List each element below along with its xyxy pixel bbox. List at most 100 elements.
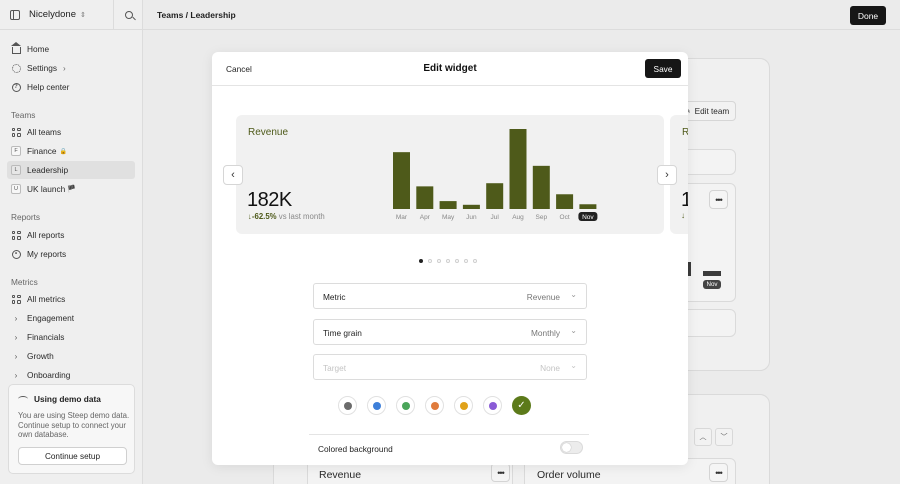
sidebar-item-uk-launch[interactable]: U UK launch 🏴 (7, 180, 135, 198)
x-tick-label: Nov (582, 214, 594, 221)
sidebar-toggle-icon[interactable] (10, 9, 20, 20)
sidebar-item-financials[interactable]: › Financials (7, 328, 135, 346)
color-swatch[interactable] (483, 396, 502, 415)
color-swatch[interactable] (396, 396, 415, 415)
workspace-name[interactable]: Nicelydone (29, 9, 76, 20)
sidebar-item-help-center[interactable]: ? Help center (7, 78, 135, 96)
color-swatch[interactable] (338, 396, 357, 415)
chart-bar (509, 129, 527, 209)
sidebar-item-leadership[interactable]: L Leadership (7, 161, 135, 179)
order-volume-widget-title: Order volume (537, 469, 601, 481)
sidebar-item-home[interactable]: Home (7, 40, 135, 58)
carousel-dot[interactable] (446, 259, 450, 263)
chart-bar (416, 186, 434, 209)
sidebar-item-label: All teams (27, 127, 62, 137)
team-badge: L (11, 165, 21, 175)
sidebar-item-label: All reports (27, 230, 65, 240)
x-tick-label: Mar (396, 214, 408, 221)
sidebar-item-label: All metrics (27, 294, 66, 304)
sidebar-item-label: Growth (27, 351, 54, 361)
colored-background-label: Colored background (318, 444, 393, 454)
next-button[interactable]: › (657, 165, 677, 185)
sidebar-item-all-teams[interactable]: All teams (7, 123, 135, 141)
demo-title-row: Using demo data (18, 394, 101, 404)
sidebar-item-onboarding[interactable]: › Onboarding (7, 366, 135, 384)
sidebar-item-label: Engagement (27, 313, 75, 323)
continue-setup-button[interactable]: Continue setup (18, 447, 127, 465)
sidebar: Nicelydone ⇕ Home Settings › ? Help cent… (0, 0, 143, 484)
sidebar-item-label: My reports (27, 249, 67, 259)
target-select[interactable]: Target None ⌄ (313, 354, 587, 380)
sidebar-item-label: Help center (27, 82, 70, 92)
x-tick-label: Jul (491, 214, 500, 221)
sidebar-item-growth[interactable]: › Growth (7, 347, 135, 365)
carousel-dot[interactable] (437, 259, 441, 263)
lock-icon: 🔒 (59, 148, 68, 155)
x-tick-label: Apr (420, 214, 431, 221)
carousel-dot[interactable] (473, 259, 477, 263)
save-button[interactable]: Save (645, 59, 681, 78)
dialog-title: Edit widget (423, 63, 477, 74)
colored-background-toggle[interactable] (560, 441, 583, 454)
previous-button[interactable]: ‹ (223, 165, 243, 185)
chart-bar (462, 204, 480, 209)
sidebar-item-all-reports[interactable]: All reports (7, 226, 135, 244)
widget-preview: Revenue 182K ↓-62.5% vs last month Mar Ap… (236, 115, 664, 234)
sidebar-item-label: Onboarding (27, 370, 71, 380)
sidebar-item-settings[interactable]: Settings › (7, 59, 135, 77)
workspace-switch-icon[interactable]: ⇕ (80, 11, 86, 19)
edit-team-label: Edit team (694, 106, 730, 116)
section-label-teams: Teams (11, 110, 36, 120)
section-label-metrics: Metrics (11, 277, 38, 287)
gear-icon (11, 63, 21, 73)
chart-bar (393, 152, 410, 209)
chevron-right-icon: › (14, 313, 18, 323)
colored-background-row: Colored background (309, 434, 589, 460)
chevron-right-icon: › (14, 351, 18, 361)
x-tick-label: Aug (512, 214, 524, 221)
sidebar-item-all-metrics[interactable]: All metrics (7, 290, 135, 308)
carousel-dot[interactable] (419, 259, 423, 263)
peek-title: R (682, 127, 688, 138)
chevron-right-icon: › (62, 63, 66, 73)
demo-data-card: Using demo data You are using Steep demo… (8, 384, 135, 474)
team-badge: F (11, 146, 21, 156)
carousel-dot[interactable] (464, 259, 468, 263)
x-tick-label: Oct (560, 214, 570, 221)
sidebar-item-label: Settings (27, 63, 57, 73)
x-tick-label: Jun (466, 214, 477, 221)
chevron-right-icon: › (14, 332, 18, 342)
color-swatch[interactable] (454, 396, 473, 415)
edit-widget-dialog: Cancel Edit widget Save Revenue 182K ↓-6… (212, 52, 688, 465)
sidebar-item-finance[interactable]: F Finance 🔒 (7, 142, 135, 160)
sidebar-item-engagement[interactable]: › Engagement (7, 309, 135, 327)
more-options-button[interactable]: ••• (491, 463, 510, 482)
search-button[interactable] (113, 0, 143, 30)
x-tick-label: May (442, 214, 455, 221)
workspace-header: Nicelydone ⇕ (0, 0, 142, 30)
carousel-dot[interactable] (455, 259, 459, 263)
top-bar: Teams / Leadership Done (143, 0, 900, 30)
peek-value: 1 (681, 189, 688, 211)
chevron-up-icon[interactable]: ︿ (694, 428, 712, 446)
time-grain-select[interactable]: Time grain Monthly ⌄ (313, 319, 587, 345)
check-icon: ✓ (517, 400, 526, 411)
more-options-button[interactable]: ••• (709, 190, 728, 209)
color-swatch[interactable] (425, 396, 444, 415)
chevron-right-icon: › (14, 370, 18, 380)
carousel-dot[interactable] (428, 259, 432, 263)
sidebar-item-my-reports[interactable]: • My reports (7, 245, 135, 263)
chevron-down-icon[interactable]: ﹀ (715, 428, 733, 446)
field-label: Time grain (323, 328, 362, 338)
sidebar-item-label: Leadership (27, 165, 69, 175)
color-swatch[interactable] (367, 396, 386, 415)
metric-select[interactable]: Metric Revenue ⌄ (313, 283, 587, 309)
chevron-down-icon: ⌄ (570, 290, 577, 299)
arrow-down-icon: ↓ (681, 211, 685, 220)
field-label: Metric (323, 292, 346, 302)
more-options-button[interactable]: ••• (709, 463, 728, 482)
done-button[interactable]: Done (850, 6, 886, 25)
chart-bar (439, 201, 457, 209)
field-value: None (540, 363, 560, 373)
color-swatch[interactable]: ✓ (512, 396, 531, 415)
